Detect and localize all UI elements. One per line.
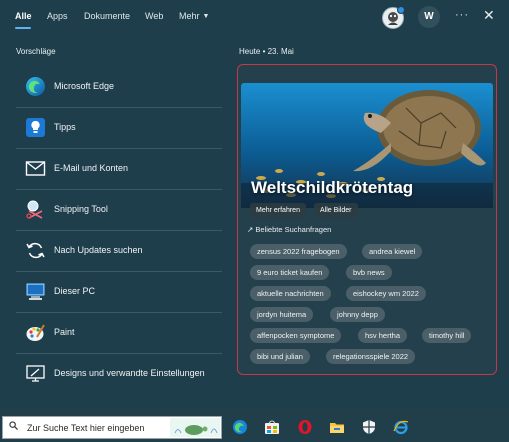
popular-searches-label: Beliebte Suchanfragen xyxy=(255,225,332,234)
store-icon[interactable] xyxy=(264,419,280,435)
search-highlights-card: Weltschildkrötentag Mehr erfahren Alle B… xyxy=(237,64,497,375)
active-tab-indicator xyxy=(15,27,31,29)
suggestion-label: Microsoft Edge xyxy=(54,81,115,91)
search-chip[interactable]: jordyn huitema xyxy=(250,307,314,322)
rewards-badge-icon[interactable] xyxy=(382,6,405,29)
search-chip[interactable]: zensus 2022 fragebogen xyxy=(250,244,347,259)
suggestion-label: Dieser PC xyxy=(54,286,96,296)
search-chip[interactable]: 9 euro ticket kaufen xyxy=(250,265,330,280)
security-icon[interactable] xyxy=(361,419,377,435)
search-chip[interactable]: affenpocken symptome xyxy=(250,328,342,343)
search-panel: Alle Apps Dokumente Web Mehr ▼ W ··· ✕ Vo… xyxy=(0,0,509,408)
suggestion-item-designs[interactable]: Designs und verwandte Einstellungen xyxy=(16,353,222,394)
tab-mehr[interactable]: Mehr ▼ xyxy=(179,11,209,21)
suggestion-label: Designs und verwandte Einstellungen xyxy=(54,368,205,378)
suggestion-label: Paint xyxy=(54,327,75,337)
suggestion-label: Snipping Tool xyxy=(54,204,108,214)
search-highlight-turtle-icon xyxy=(170,418,220,437)
chevron-down-icon: ▼ xyxy=(202,13,210,20)
suggestion-label: Nach Updates suchen xyxy=(54,245,143,255)
ie-icon[interactable] xyxy=(393,419,409,435)
opera-icon[interactable] xyxy=(297,419,313,435)
search-chip[interactable]: eishockey wm 2022 xyxy=(346,286,426,301)
trending-arrow-icon: ↗ xyxy=(247,225,254,234)
account-avatar[interactable]: W xyxy=(418,6,440,28)
search-chip[interactable]: bibi und julian xyxy=(250,349,310,364)
hero-title: Weltschildkrötentag xyxy=(251,178,414,197)
search-tabs: Alle Apps Dokumente Web Mehr ▼ W ··· ✕ xyxy=(0,0,509,34)
search-chip[interactable]: hsv hertha xyxy=(358,328,408,343)
taskbar-search-box[interactable]: Zur Suche Text hier eingeben xyxy=(2,416,222,439)
search-chip[interactable]: bvb news xyxy=(346,265,392,280)
search-chip[interactable]: timothy hill xyxy=(422,328,472,343)
suggestion-label: E-Mail und Konten xyxy=(54,163,129,173)
suggestion-item-tipps[interactable]: Tipps xyxy=(16,107,222,149)
tab-dokumente[interactable]: Dokumente xyxy=(84,11,130,21)
more-options-icon[interactable]: ··· xyxy=(455,9,469,21)
designs-icon xyxy=(26,365,45,382)
search-chip[interactable]: relegationsspiele 2022 xyxy=(326,349,416,364)
edge-icon[interactable] xyxy=(232,419,248,435)
snipping-tool-icon xyxy=(26,200,43,219)
suggestion-item-paint[interactable]: Paint xyxy=(16,312,222,354)
tab-alle[interactable]: Alle xyxy=(15,11,32,21)
close-icon[interactable]: ✕ xyxy=(483,7,495,24)
paint-icon xyxy=(26,324,45,341)
popular-searches-heading: ↗ Beliebte Suchanfragen xyxy=(247,225,331,234)
search-icon xyxy=(9,421,18,430)
today-heading: Heute • 23. Mai xyxy=(239,47,294,56)
file-explorer-icon[interactable] xyxy=(329,419,345,435)
mail-icon xyxy=(25,161,46,176)
computer-icon xyxy=(26,283,45,300)
suggestion-label: Tipps xyxy=(54,122,76,132)
suggestion-item-snipping-tool[interactable]: Snipping Tool xyxy=(16,189,222,231)
all-images-button[interactable]: Alle Bilder xyxy=(314,203,358,218)
taskbar: Zur Suche Text hier eingeben xyxy=(0,408,509,442)
suggestions-heading: Vorschläge xyxy=(16,47,56,56)
tab-apps[interactable]: Apps xyxy=(47,11,68,21)
search-chip[interactable]: aktuelle nachrichten xyxy=(250,286,331,301)
suggestion-item-mail[interactable]: E-Mail und Konten xyxy=(16,148,222,190)
notification-dot-icon xyxy=(397,6,405,14)
suggestion-item-updates[interactable]: Nach Updates suchen xyxy=(16,230,222,272)
search-chip[interactable]: andrea kiewel xyxy=(362,244,423,259)
suggestion-item-dieser-pc[interactable]: Dieser PC xyxy=(16,271,222,313)
search-chip[interactable]: johnny depp xyxy=(330,307,385,322)
update-icon xyxy=(26,242,45,259)
tab-web[interactable]: Web xyxy=(145,11,163,21)
edge-icon xyxy=(26,77,45,96)
tab-mehr-label: Mehr xyxy=(179,11,200,21)
learn-more-button[interactable]: Mehr erfahren xyxy=(250,203,306,218)
tips-icon xyxy=(26,118,45,137)
suggestion-item-edge[interactable]: Microsoft Edge xyxy=(16,66,222,108)
search-placeholder: Zur Suche Text hier eingeben xyxy=(27,423,145,433)
